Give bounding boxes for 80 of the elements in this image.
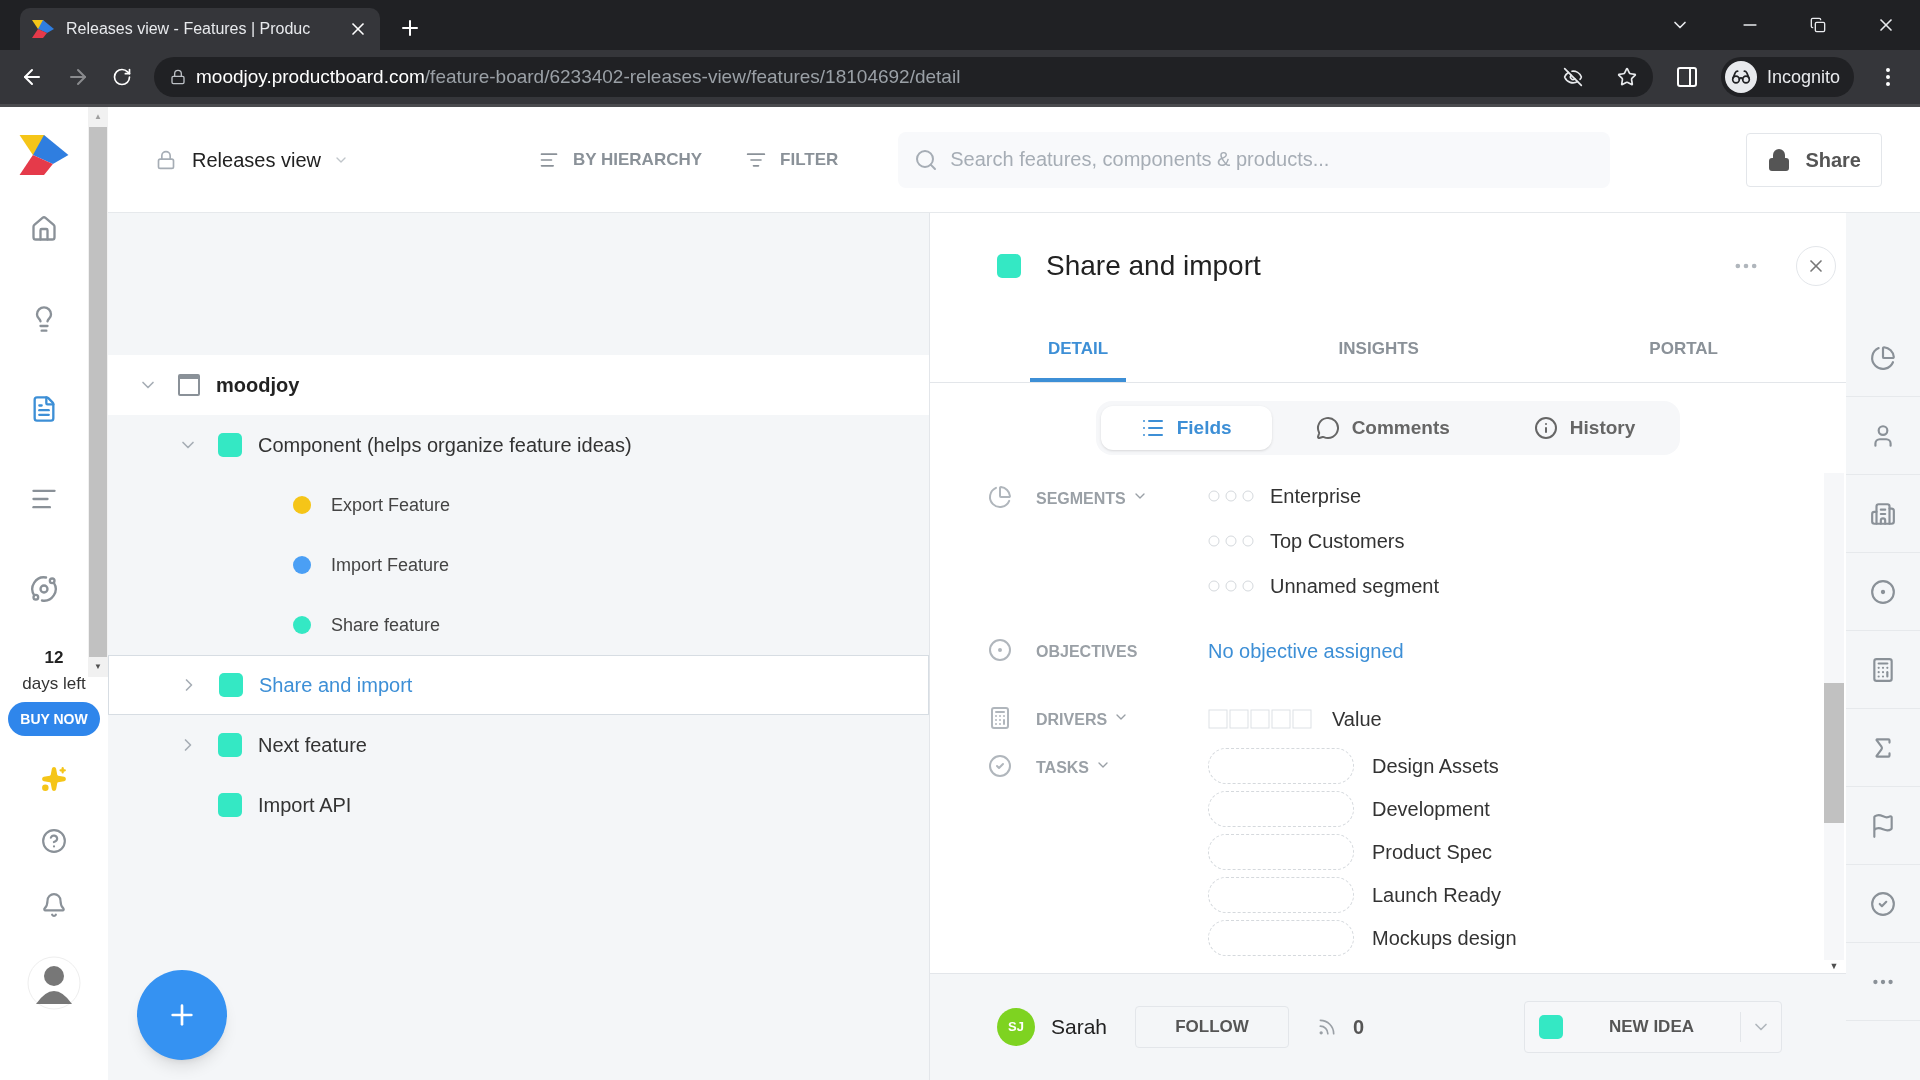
tree-row[interactable]: Share feature xyxy=(108,595,929,655)
eye-off-icon[interactable] xyxy=(1562,67,1583,87)
trial-count: 12 xyxy=(44,647,64,669)
flag-icon[interactable] xyxy=(1870,812,1896,839)
scroll-down-arrow[interactable]: ▼ xyxy=(1829,959,1839,973)
pie-icon[interactable] xyxy=(1870,344,1896,371)
bell-icon[interactable] xyxy=(41,892,67,918)
user-avatar: SJ xyxy=(997,1008,1035,1046)
tree-row[interactable]: moodjoy xyxy=(108,355,929,415)
pie-icon xyxy=(988,485,1012,509)
segment-name: Top Customers xyxy=(1270,528,1405,554)
tree-label: Import Feature xyxy=(331,553,450,577)
building-icon[interactable] xyxy=(1870,500,1896,527)
task-name: Mockups design xyxy=(1372,926,1517,951)
buy-now-button[interactable]: BUY NOW xyxy=(8,702,100,736)
logo-icon[interactable] xyxy=(17,135,71,175)
task-name: Product Spec xyxy=(1372,840,1493,865)
profile-chip[interactable]: Incognito xyxy=(1720,57,1854,97)
view-tab[interactable]: Comments xyxy=(1275,406,1490,450)
lock-icon xyxy=(1767,147,1792,172)
share-button[interactable]: Share xyxy=(1746,132,1882,187)
scrollbar[interactable]: ▲ ▼ xyxy=(88,107,108,677)
view-tab[interactable]: History xyxy=(1493,406,1676,450)
restore-icon[interactable] xyxy=(1810,17,1826,33)
new-idea-button[interactable]: NEW IDEA xyxy=(1524,1001,1782,1053)
tree-label: moodjoy xyxy=(216,373,300,398)
url-host: moodjoy.productboard.com xyxy=(196,64,425,89)
browser-tab[interactable]: Releases view - Features | Produc xyxy=(20,8,380,50)
tree-label: Export Feature xyxy=(331,493,451,517)
url-path: /feature-board/6233402-releases-view/features/18104692/detail xyxy=(424,64,962,89)
target-icon xyxy=(988,638,1012,662)
tree-label: Share feature xyxy=(331,613,441,637)
new-idea-label: NEW IDEA xyxy=(1608,1016,1695,1039)
tree-label: Import API xyxy=(258,793,352,818)
calculator-icon xyxy=(988,706,1012,730)
tree-row[interactable]: Component (helps organize feature ideas) xyxy=(108,415,929,475)
segment-name: Enterprise xyxy=(1270,483,1362,509)
task-name: Launch Ready xyxy=(1372,883,1501,908)
calculator-icon[interactable] xyxy=(1870,656,1896,683)
address-bar[interactable]: moodjoy.productboard.com/feature-board/6233402-releases-view/features/18104692/detail xyxy=(154,57,1653,97)
tree-row[interactable]: Import API xyxy=(108,775,929,835)
incognito-icon xyxy=(1730,67,1751,87)
target-icon[interactable] xyxy=(1870,578,1896,605)
detail-title: Share and import xyxy=(1046,249,1262,283)
check-circle-icon[interactable] xyxy=(1870,890,1896,917)
tab-title: Releases view - Features | Produc xyxy=(66,19,312,39)
avatar-icon[interactable] xyxy=(27,956,81,1010)
driver-name: Value xyxy=(1332,707,1382,732)
search-field[interactable]: Search features, components & products... xyxy=(898,131,1611,188)
lock-icon xyxy=(156,149,176,170)
tree-label: Component (helps organize feature ideas) xyxy=(258,433,632,458)
view-name[interactable]: Releases view xyxy=(192,144,321,175)
segment-name: Unnamed segment xyxy=(1270,573,1439,599)
sparkles-icon[interactable] xyxy=(41,766,67,792)
star-icon[interactable] xyxy=(1616,67,1637,87)
help-icon[interactable] xyxy=(41,828,67,854)
orbit-icon[interactable] xyxy=(30,575,58,603)
search-icon xyxy=(914,147,939,172)
home-icon[interactable] xyxy=(30,215,58,243)
logo-icon xyxy=(32,20,54,38)
info-icon xyxy=(1533,416,1558,440)
tree-label: Share and import xyxy=(259,673,413,698)
task-name: Development xyxy=(1372,797,1490,822)
follow-button[interactable]: FOLLOW xyxy=(1135,1006,1290,1048)
tree-label: Next feature xyxy=(258,733,367,758)
tree-row[interactable]: Import Feature xyxy=(108,535,929,595)
speech-bubble-icon xyxy=(1315,416,1340,440)
task-name: Design Assets xyxy=(1372,754,1499,779)
follower-count: 0 xyxy=(1353,1015,1365,1040)
user-name: Sarah xyxy=(1051,1014,1108,1041)
trial-label: days left xyxy=(22,672,86,695)
check-circle-icon xyxy=(988,754,1012,778)
reload-icon[interactable] xyxy=(112,67,132,87)
scroll-down-arrow[interactable]: ▼ xyxy=(94,661,102,673)
lock-icon xyxy=(170,69,186,85)
tree-row[interactable]: Next feature xyxy=(108,715,929,775)
side-panel-icon[interactable] xyxy=(1674,65,1699,89)
profile-label: Incognito xyxy=(1766,65,1840,89)
product-icon xyxy=(178,374,200,396)
tree-row[interactable]: Export Feature xyxy=(108,475,929,535)
